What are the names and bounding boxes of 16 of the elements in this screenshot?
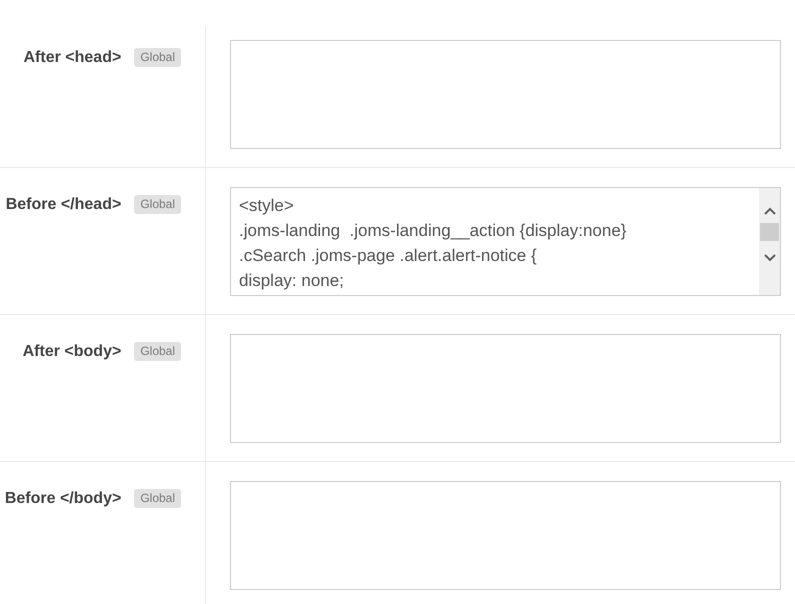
scope-tag: Global bbox=[134, 489, 181, 508]
scope-tag: Global bbox=[134, 342, 181, 361]
field-label: Before </head> bbox=[6, 195, 122, 214]
textarea-field[interactable]: <style> .joms-landing .joms-landing__action {display:none} .cSearch .joms-page .alert.alert-notice { display: none; bbox=[230, 187, 781, 296]
chevron-up-icon[interactable] bbox=[764, 207, 776, 215]
field-label: Before </body> bbox=[4, 489, 122, 508]
textarea-field[interactable] bbox=[230, 334, 781, 443]
textarea-field[interactable] bbox=[230, 481, 781, 590]
scope-tag: Global bbox=[134, 195, 181, 214]
field-label: After <body> bbox=[22, 342, 122, 361]
textarea-field[interactable] bbox=[230, 40, 781, 149]
scrollbar[interactable] bbox=[759, 188, 780, 295]
chevron-down-icon[interactable] bbox=[764, 254, 776, 262]
field-label: After <head> bbox=[24, 48, 122, 67]
scrollbar-thumb[interactable] bbox=[760, 223, 779, 241]
scope-tag: Global bbox=[134, 48, 181, 67]
